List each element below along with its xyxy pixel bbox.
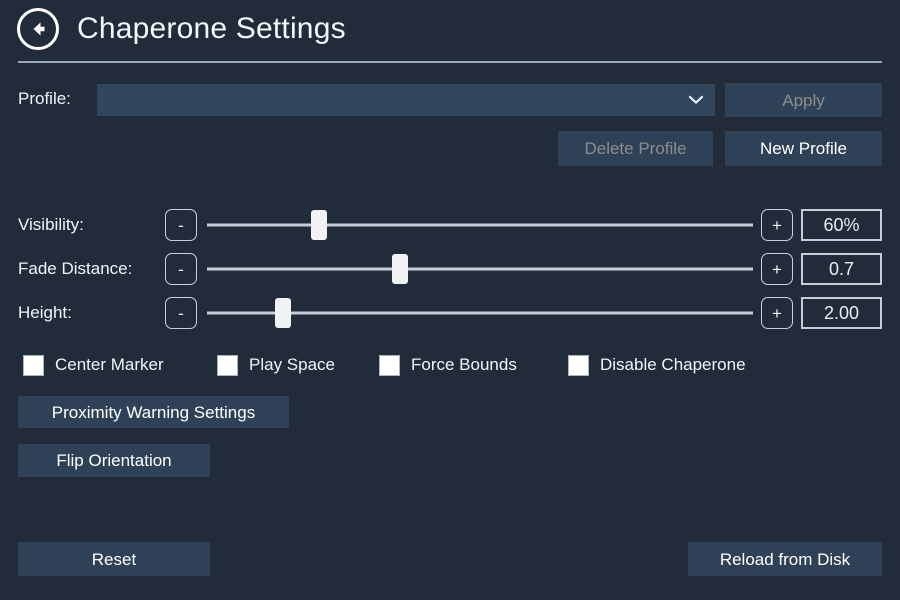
height-slider-handle[interactable] — [274, 298, 291, 328]
checkbox-label: Center Marker — [55, 355, 164, 374]
header-divider — [18, 61, 882, 63]
slider-label-height: Height: — [18, 303, 72, 322]
slider-row-fade-distance: Fade Distance: - + 0.7 — [0, 252, 900, 286]
checkbox-center-marker[interactable]: Center Marker — [23, 350, 164, 380]
visibility-decrement-button[interactable]: - — [165, 209, 197, 241]
fade-distance-slider[interactable] — [207, 252, 753, 286]
checkbox-label: Force Bounds — [411, 355, 517, 374]
proximity-warning-settings-button[interactable]: Proximity Warning Settings — [18, 396, 289, 428]
slider-label-visibility: Visibility: — [18, 215, 84, 234]
visibility-value-field[interactable]: 60% — [801, 209, 882, 241]
chevron-down-icon — [688, 95, 704, 105]
height-increment-button[interactable]: + — [761, 297, 793, 329]
profile-select[interactable] — [97, 84, 715, 116]
checkbox-row: Center Marker Play Space Force Bounds Di… — [0, 350, 900, 380]
back-arrow-circle-icon[interactable] — [17, 8, 59, 50]
visibility-slider-handle[interactable] — [310, 210, 327, 240]
fade-distance-decrement-button[interactable]: - — [165, 253, 197, 285]
apply-button[interactable]: Apply — [725, 83, 882, 117]
checkbox-box-icon[interactable] — [217, 354, 238, 376]
delete-profile-button[interactable]: Delete Profile — [558, 131, 713, 166]
visibility-increment-button[interactable]: + — [761, 209, 793, 241]
profile-label: Profile: — [18, 89, 71, 108]
checkbox-disable-chaperone[interactable]: Disable Chaperone — [568, 350, 746, 380]
fade-distance-slider-track — [207, 267, 753, 271]
fade-distance-increment-button[interactable]: + — [761, 253, 793, 285]
checkbox-box-icon[interactable] — [568, 354, 589, 376]
visibility-slider[interactable] — [207, 208, 753, 242]
checkbox-play-space[interactable]: Play Space — [217, 350, 335, 380]
flip-orientation-button[interactable]: Flip Orientation — [18, 444, 210, 477]
slider-row-visibility: Visibility: - + 60% — [0, 208, 900, 242]
slider-label-fade-distance: Fade Distance: — [18, 259, 133, 278]
reset-button[interactable]: Reset — [18, 542, 210, 576]
page-title: Chaperone Settings — [77, 12, 346, 45]
visibility-slider-track — [207, 223, 753, 227]
checkbox-label: Disable Chaperone — [600, 355, 746, 374]
fade-distance-value-field[interactable]: 0.7 — [801, 253, 882, 285]
height-value-field[interactable]: 2.00 — [801, 297, 882, 329]
height-slider[interactable] — [207, 296, 753, 330]
height-decrement-button[interactable]: - — [165, 297, 197, 329]
checkbox-box-icon[interactable] — [379, 354, 400, 376]
fade-distance-slider-handle[interactable] — [392, 254, 409, 284]
checkbox-label: Play Space — [249, 355, 335, 374]
new-profile-button[interactable]: New Profile — [725, 131, 882, 166]
reload-from-disk-button[interactable]: Reload from Disk — [688, 542, 882, 576]
slider-row-height: Height: - + 2.00 — [0, 296, 900, 330]
checkbox-force-bounds[interactable]: Force Bounds — [379, 350, 517, 380]
header-bar: Chaperone Settings — [0, 0, 900, 58]
checkbox-box-icon[interactable] — [23, 354, 44, 376]
